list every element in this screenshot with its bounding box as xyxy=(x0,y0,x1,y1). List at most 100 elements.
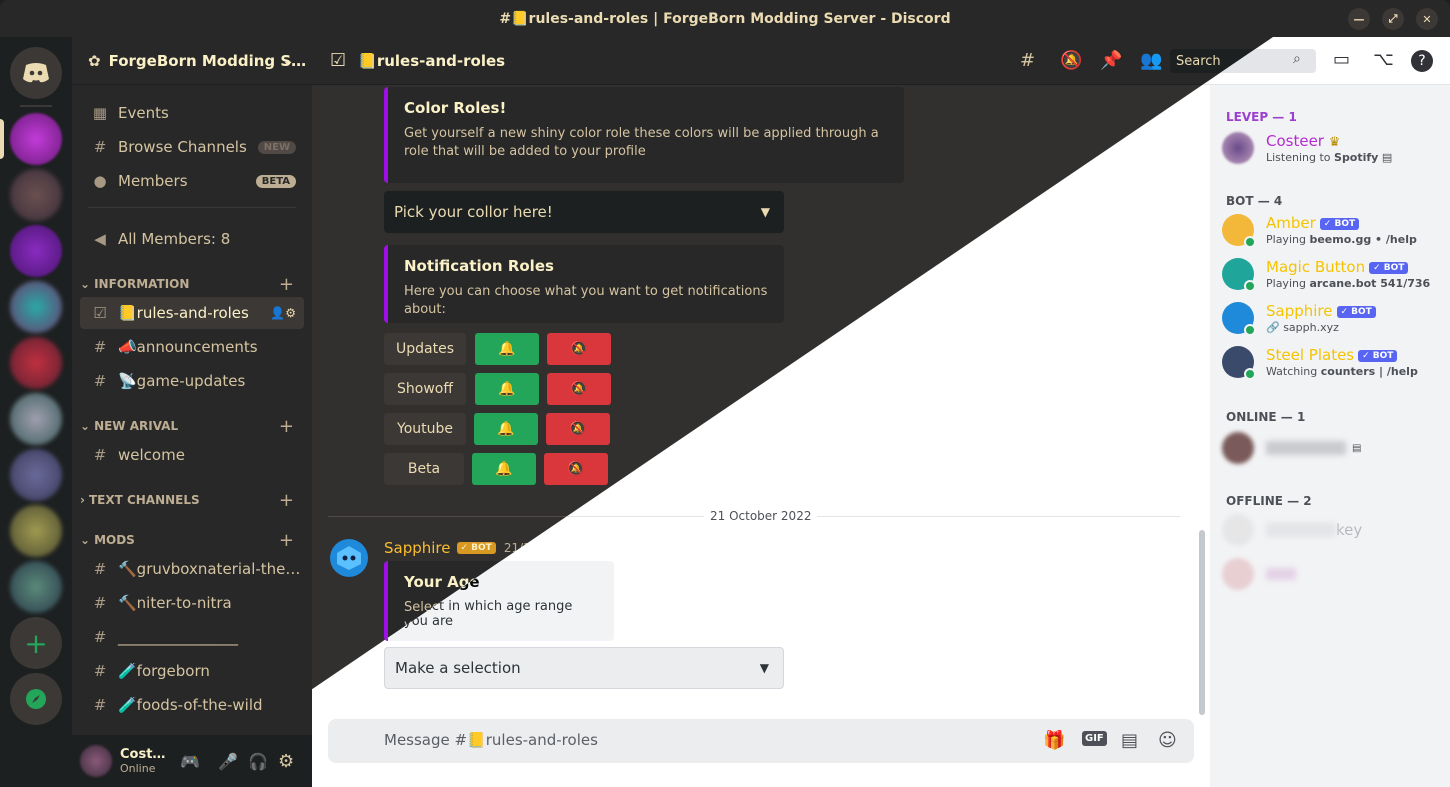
member-online-blurred[interactable]: ▤ xyxy=(1222,427,1442,469)
add-channel-icon[interactable]: + xyxy=(279,490,294,511)
hash-icon: # xyxy=(93,338,107,356)
server-icon[interactable] xyxy=(10,169,62,221)
channel-welcome[interactable]: # welcome xyxy=(80,439,304,471)
bell-off-icon[interactable]: 🔕 xyxy=(547,373,611,405)
member-sapphire[interactable]: Sapphire ✓ BOT 🔗 sapph.xyz xyxy=(1222,297,1442,339)
title-bar: #📒rules-and-roles | ForgeBorn Modding Se… xyxy=(0,0,1450,37)
channel-underscores[interactable]: # ________________ xyxy=(80,621,304,653)
hash-icon: # xyxy=(93,696,107,714)
server-icon[interactable] xyxy=(10,337,62,389)
explore-compass-icon[interactable] xyxy=(10,673,62,725)
member-magic-button[interactable]: Magic Button ✓ BOT Playing arcane.bot 541… xyxy=(1222,253,1442,295)
color-select[interactable]: Pick your collor here! ▼ xyxy=(384,191,784,233)
member-list-icon[interactable]: 👥 xyxy=(1140,50,1162,71)
channel-foods[interactable]: # 🧪foods-of-the-wild xyxy=(80,689,304,721)
gift-icon[interactable]: 🎁 xyxy=(1043,730,1065,751)
server-header[interactable]: ✿ ForgeBorn Modding S… ⌄ xyxy=(72,37,312,85)
select-placeholder: Pick your collor here! xyxy=(394,203,553,221)
members-item[interactable]: ● Members BETA xyxy=(80,165,304,197)
category-new-arrival[interactable]: ⌄ NEW ARIVAL + xyxy=(80,416,304,437)
avatar[interactable] xyxy=(80,745,112,777)
events-item[interactable]: ▦ Events xyxy=(80,97,304,129)
category-information[interactable]: ⌄ INFORMATION + xyxy=(80,274,304,295)
rich-presence-icon: ▤ xyxy=(1381,151,1393,164)
steel-plates-avatar xyxy=(1222,346,1256,380)
gif-button-light[interactable]: GIF xyxy=(1082,731,1107,746)
member-offline-1[interactable]: key xyxy=(1222,509,1442,551)
channel-label: ________________ xyxy=(118,628,238,646)
bell-on-icon[interactable]: 🔔 xyxy=(472,453,536,485)
channel-gruvbox[interactable]: # 🔨gruvboxnaterial-the… xyxy=(80,553,304,585)
member-amber[interactable]: Amber ✓ BOT Playing beemo.gg • /help xyxy=(1222,209,1442,251)
maximize-button[interactable]: ⤢ xyxy=(1382,8,1404,30)
role-beta-button[interactable]: Beta xyxy=(384,453,464,485)
channel-label: 🔨niter-to-nitra xyxy=(118,594,232,612)
role-updates-button[interactable]: Updates xyxy=(384,333,466,365)
channel-niter[interactable]: # 🔨niter-to-nitra xyxy=(80,587,304,619)
bell-off-icon[interactable]: 🔕 xyxy=(546,413,610,445)
embed-description: Here you can choose what you want to get… xyxy=(404,284,768,317)
sapphire-avatar[interactable] xyxy=(330,539,368,577)
threads-icon[interactable]: # xyxy=(1020,50,1035,71)
bell-on-icon[interactable]: 🔔 xyxy=(474,413,538,445)
bell-off-icon[interactable]: 🔕 xyxy=(547,333,611,365)
events-label: Events xyxy=(118,104,169,122)
age-select-light[interactable]: Make a selection ▼ xyxy=(384,647,784,689)
server-icon[interactable] xyxy=(10,505,62,557)
member-steel-plates[interactable]: Steel Plates ✓ BOT Watching counters | /h… xyxy=(1222,341,1442,383)
bell-on-icon[interactable]: 🔔 xyxy=(475,373,539,405)
channel-announcements[interactable]: # 📣announcements xyxy=(80,331,304,363)
hash-icon: # xyxy=(93,628,107,646)
server-icon[interactable] xyxy=(10,393,62,445)
channel-label: welcome xyxy=(118,446,185,464)
category-mods[interactable]: ⌄ MODS + xyxy=(80,530,304,551)
sticker-icon[interactable]: ▤ xyxy=(1121,730,1138,751)
add-channel-icon[interactable]: + xyxy=(279,416,294,437)
role-header-offline: OFFLINE — 2 xyxy=(1226,494,1312,508)
server-icon[interactable] xyxy=(10,225,62,277)
mute-bell-icon[interactable]: 🔕 xyxy=(1060,50,1082,71)
member-costeer[interactable]: Costeer ♛ Listening to Spotify ▤ xyxy=(1222,127,1442,169)
category-text-channels[interactable]: › TEXT CHANNELS + xyxy=(80,490,304,511)
role-showoff-button[interactable]: Showoff xyxy=(384,373,466,405)
blurred-name xyxy=(1266,441,1346,455)
server-icon[interactable] xyxy=(10,561,62,613)
user-status: Online xyxy=(120,762,156,775)
member-name: Sapphire xyxy=(1266,302,1333,320)
add-channel-icon[interactable]: + xyxy=(279,530,294,551)
channel-label: 🧪forgeborn xyxy=(118,662,210,680)
activity-name: Spotify xyxy=(1334,151,1379,164)
bell-on-icon[interactable]: 🔔 xyxy=(475,333,539,365)
activity-prefix: Watching xyxy=(1266,365,1321,378)
channel-forgeborn[interactable]: # 🧪forgeborn xyxy=(80,655,304,687)
invite-settings-icon[interactable]: 👤⚙ xyxy=(270,306,296,320)
server-icon[interactable] xyxy=(10,113,62,165)
inbox-icon[interactable]: ▭ xyxy=(1333,49,1350,70)
server-icon[interactable] xyxy=(10,449,62,501)
role-header-levep: LEVEP — 1 xyxy=(1226,110,1297,124)
close-button[interactable]: ✕ xyxy=(1416,8,1438,30)
server-icon[interactable] xyxy=(10,281,62,333)
bell-off-icon[interactable]: 🔕 xyxy=(544,453,608,485)
role-youtube-button[interactable]: Youtube xyxy=(384,413,466,445)
message-author[interactable]: Sapphire xyxy=(384,539,451,557)
emoji-icon[interactable]: ☺ xyxy=(1158,730,1177,751)
add-channel-icon[interactable]: + xyxy=(279,274,294,295)
plugin-icon[interactable]: ⌥ xyxy=(1373,49,1394,70)
member-name: Amber xyxy=(1266,214,1316,232)
member-offline-2[interactable] xyxy=(1222,553,1442,595)
category-label: NEW ARIVAL xyxy=(94,419,179,433)
add-server-icon[interactable]: + xyxy=(10,617,62,669)
pin-icon[interactable]: 📌 xyxy=(1100,50,1122,71)
minimize-button[interactable]: — xyxy=(1348,8,1370,30)
discord-home-icon[interactable] xyxy=(10,47,62,99)
hash-icon: # xyxy=(93,446,107,464)
scrollbar-light[interactable] xyxy=(1199,530,1205,715)
all-members-item[interactable]: ◀ All Members: 8 xyxy=(80,223,304,255)
browse-channels-item[interactable]: # Browse Channels NEW xyxy=(80,131,304,163)
channel-rules-and-roles[interactable]: ☑ 📒rules-and-roles 👤⚙ xyxy=(80,297,304,329)
role-header-online: ONLINE — 1 xyxy=(1226,410,1306,424)
help-icon[interactable]: ? xyxy=(1411,50,1433,72)
channel-game-updates[interactable]: # 📡game-updates xyxy=(80,365,304,397)
divider-date-light: 21 October 2022 xyxy=(704,509,818,523)
